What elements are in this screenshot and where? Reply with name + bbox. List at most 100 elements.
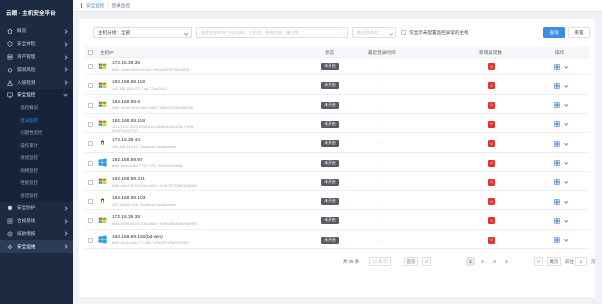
row-checkbox[interactable]	[88, 121, 93, 127]
sidebar-item-security-monitor[interactable]: 安全监控	[0, 88, 73, 102]
prev-page-button[interactable]: <	[422, 257, 431, 266]
breadcrumb-parent-link[interactable]: 安全监控	[86, 3, 104, 9]
settings-grid-icon[interactable]	[553, 140, 561, 147]
host-group-select[interactable]: 主机分组：全部	[93, 27, 192, 38]
risk-count-badge[interactable]: 0	[488, 63, 495, 70]
sidebar-item-alert[interactable]: 入侵检测	[0, 76, 73, 89]
chevron-down-icon[interactable]	[564, 160, 569, 165]
row-checkbox[interactable]	[88, 160, 93, 166]
first-page-button[interactable]: 首页	[404, 257, 418, 266]
sidebar-item-intel[interactable]: 威胁情报	[0, 227, 73, 240]
row-checkbox[interactable]	[88, 218, 93, 224]
settings-grid-icon[interactable]	[553, 63, 561, 70]
host-ip[interactable]: 192.168.89.6	[112, 100, 140, 105]
chevron-down-icon[interactable]	[564, 179, 569, 184]
chevron-down-icon[interactable]	[564, 121, 569, 126]
next-page-button[interactable]: >	[534, 257, 543, 266]
risk-count-badge[interactable]: 0	[488, 236, 495, 244]
host-ip[interactable]: 192.168.89.150(bd-win)	[112, 235, 163, 240]
risk-count-badge[interactable]: 0	[488, 159, 495, 167]
chevron-down-icon[interactable]	[564, 199, 569, 203]
settings-grid-icon[interactable]	[553, 237, 561, 244]
windows-icon	[98, 120, 106, 127]
settings-grid-icon[interactable]	[553, 217, 561, 224]
sidebar-item-defense[interactable]: 安全防护	[0, 202, 73, 215]
settings-grid-icon[interactable]	[553, 179, 561, 186]
last-login-time-select[interactable]: 最近登录时	[352, 27, 396, 38]
sidebar-subitem[interactable]: ·会话监控	[0, 189, 73, 202]
host-ip[interactable]: 172.16.39.44	[112, 138, 140, 143]
risk-count-badge[interactable]: 0	[488, 178, 495, 186]
risk-count-badge[interactable]: 0	[488, 101, 495, 109]
page-number-button[interactable]: 2	[478, 257, 487, 266]
host-ip[interactable]: 172.16.39.38	[112, 215, 140, 220]
chevron-down-icon[interactable]	[564, 63, 569, 68]
os-icon-wrapper	[97, 80, 107, 90]
host-detail: 192.168.88.194 / localhost.localdomain	[112, 202, 176, 207]
settings-grid-icon[interactable]	[553, 160, 561, 167]
host-ip[interactable]: 192.168.89.97	[112, 158, 143, 163]
sidebar-item-label: 安全运维	[17, 243, 36, 249]
sidebar-item-baseline[interactable]: 合规基线	[0, 215, 73, 228]
row-checkbox[interactable]	[88, 237, 93, 243]
row-checkbox[interactable]	[88, 64, 93, 69]
sidebar-item-ops[interactable]: 安全运维	[0, 240, 73, 253]
search-input[interactable]: 搜索主机IP/IP (公/内网)，主机名，系统内容，备注等	[196, 27, 348, 38]
table-row: 192.168.88.103 192.168.88.194 / localhost…	[85, 193, 589, 211]
sidebar-subitem[interactable]: ·操作审计	[0, 139, 73, 152]
host-ip[interactable]: 192.168.88.118	[112, 119, 145, 124]
chevron-down-icon[interactable]	[564, 218, 569, 222]
checkbox-box[interactable]	[401, 30, 406, 35]
sidebar-item-bug[interactable]: 漏洞风险	[0, 63, 73, 76]
host-detail: fe80::5c3c:b40c:77:97 / PC-201904261658	[112, 164, 183, 169]
risk-count-badge[interactable]: 0	[488, 217, 495, 225]
column-header-risk[interactable]: 新增异常数	[479, 50, 502, 56]
sidebar-subitem[interactable]: ·性能监控	[0, 176, 73, 190]
last-page-button[interactable]: 尾页	[547, 257, 561, 266]
page-number-button[interactable]: 4	[502, 257, 511, 266]
settings-grid-icon[interactable]	[553, 121, 561, 128]
host-ip[interactable]: 192.168.89.211	[112, 177, 145, 182]
sidebar-item-home[interactable]: 概况	[0, 25, 73, 38]
page-number-button[interactable]: 3	[490, 257, 499, 266]
settings-grid-icon[interactable]	[553, 82, 561, 89]
os-icon-wrapper	[97, 119, 107, 129]
row-checkbox[interactable]	[88, 199, 93, 205]
table-row: 192.168.89.211 fe80::e5a7:9b75:94b4:4291 …	[85, 174, 589, 192]
page-size-select[interactable]: 10 条/页	[369, 257, 391, 266]
settings-grid-icon[interactable]	[553, 102, 561, 109]
select-all-checkbox[interactable]	[88, 49, 93, 55]
row-checkbox[interactable]	[88, 179, 93, 185]
chevron-down-icon[interactable]	[564, 102, 569, 107]
risk-count-badge[interactable]: 0	[488, 82, 495, 90]
risk-count-badge[interactable]: 0	[488, 140, 495, 148]
host-ip[interactable]: 192.168.88.103	[112, 196, 145, 201]
host-ip[interactable]: 172.16.39.35	[112, 61, 140, 66]
sidebar-item-shield-check[interactable]: 安全体检	[0, 38, 73, 51]
sidebar-subitem[interactable]: ·监控概况	[0, 101, 73, 115]
row-checkbox[interactable]	[88, 83, 93, 89]
row-checkbox[interactable]	[88, 141, 93, 147]
bug-icon	[7, 67, 13, 73]
sidebar-subitem[interactable]: ·网络监控	[0, 164, 73, 177]
status-badge: 未开启	[321, 82, 339, 90]
query-button[interactable]: 查询	[543, 27, 565, 38]
reset-button[interactable]: 重置	[568, 27, 590, 38]
sidebar-item-asset[interactable]: 资产管理	[0, 51, 73, 64]
table-row: 172.16.39.44 192.168.145.41 / localhost.l…	[85, 135, 589, 153]
risk-count-badge[interactable]: 0	[488, 120, 495, 128]
chevron-down-icon[interactable]	[564, 141, 569, 145]
sidebar-subitem[interactable]: ·进程监控	[0, 151, 73, 165]
row-checkbox[interactable]	[88, 102, 93, 108]
page-number-button[interactable]: 1	[466, 257, 475, 266]
goto-page-input[interactable]: 1	[575, 257, 587, 266]
chevron-down-icon[interactable]	[564, 83, 569, 87]
host-ip[interactable]: 192.168.88.118	[112, 80, 145, 85]
risk-count-badge[interactable]: 0	[488, 198, 495, 206]
abnormal-only-checkbox[interactable]: 仅显示未配置监控异常的主机	[401, 30, 469, 36]
column-header-last-login[interactable]: 最近登录时间	[368, 50, 396, 56]
sidebar-subitem[interactable]: ·问题性监控	[0, 126, 73, 140]
settings-grid-icon[interactable]	[553, 198, 561, 205]
chevron-down-icon[interactable]	[564, 237, 569, 242]
sidebar-subitem[interactable]: ·登录监控	[0, 114, 73, 127]
